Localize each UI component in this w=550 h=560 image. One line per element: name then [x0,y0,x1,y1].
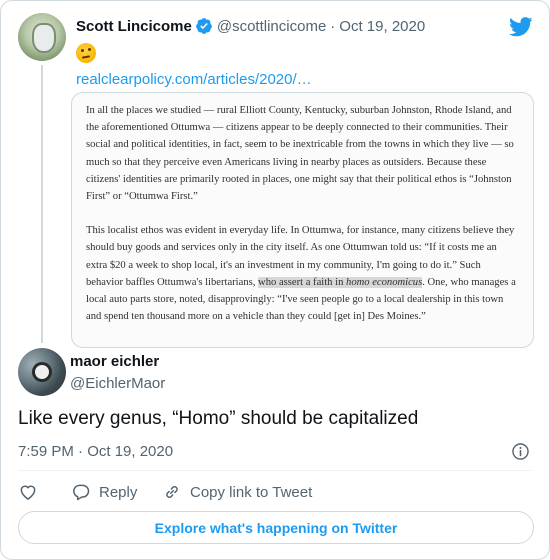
reply-label: Reply [99,483,138,501]
link-icon [166,486,178,498]
like-button[interactable] [18,480,38,504]
explore-button[interactable]: Explore what's happening on Twitter [18,511,534,544]
article-link[interactable]: realclearpolicy.com/articles/2020/… [76,71,312,88]
tweet-timestamp[interactable]: 7:59 PM · Oct 19, 2020 [18,443,173,460]
separator-dot: · [330,17,336,35]
thinking-face-emoji-icon [76,43,96,63]
copy-link-label: Copy link to Tweet [190,483,313,501]
reply-author-avatar[interactable] [18,348,66,396]
reply-author-handle[interactable]: @EichlerMaor [70,375,165,392]
thread-connector-line [41,65,43,343]
author-handle[interactable]: @scottlincicome [217,18,326,35]
info-icon[interactable] [511,442,530,461]
author-avatar[interactable] [18,13,66,61]
heart-icon [20,485,36,500]
reply-button[interactable]: Reply [71,480,137,504]
twitter-bird-icon[interactable] [509,17,533,37]
image-paragraph-1: In all the places we studied — rural Ell… [86,105,514,203]
explore-label: Explore what's happening on Twitter [154,519,398,536]
highlighted-text: who assert a faith in [258,276,347,288]
quoted-text-image[interactable]: In all the places we studied — rural Ell… [71,92,534,348]
italic-term: homo economicus [346,276,423,288]
image-paragraph-2: This localist ethos was evident in every… [86,222,520,325]
reply-author-name[interactable]: maor eichler [70,353,159,370]
highlighted-phrase: who assert a faith in homo economicus [258,276,423,288]
author-name[interactable]: Scott Lincicome [76,18,192,35]
parent-tweet-header: Scott Lincicome @scottlincicome · Oct 19… [76,17,425,35]
verified-badge-icon [195,18,212,34]
embedded-tweet-card: Scott Lincicome @scottlincicome · Oct 19… [0,0,550,560]
divider [18,470,533,471]
tweet-text: Like every genus, “Homo” should be capit… [18,408,419,429]
copy-link-button[interactable]: Copy link to Tweet [162,480,312,504]
reply-bubble-icon [73,484,90,501]
parent-tweet[interactable]: Scott Lincicome @scottlincicome · Oct 19… [18,13,534,348]
tweet-date[interactable]: Oct 19, 2020 [339,18,425,35]
